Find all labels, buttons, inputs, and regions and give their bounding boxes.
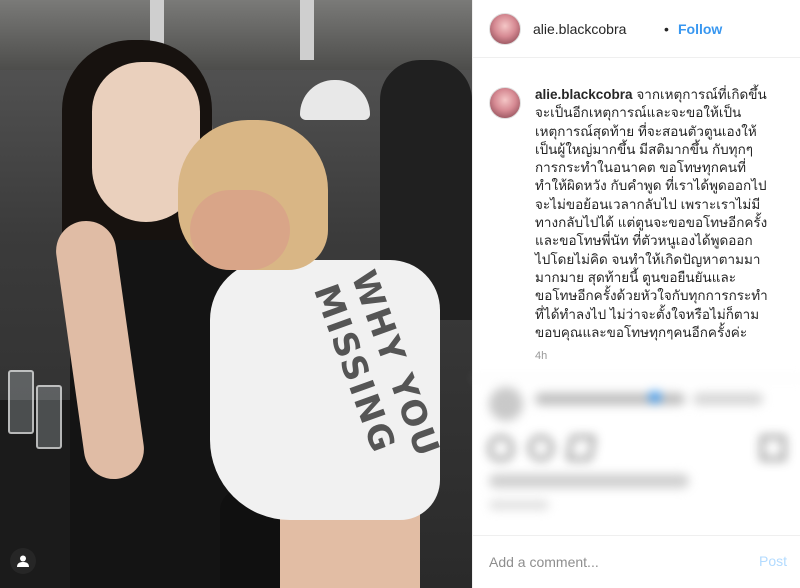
post-comment-button[interactable]: Post [759, 553, 787, 569]
follow-button[interactable]: Follow [678, 21, 722, 37]
blurred-likes-count [489, 474, 689, 488]
author-avatar[interactable] [489, 13, 521, 45]
like-heart-icon[interactable] [489, 436, 513, 460]
photo-beam [300, 0, 314, 60]
blurred-comment [473, 378, 800, 428]
caption-author-avatar[interactable] [489, 87, 521, 119]
post-actions [473, 428, 800, 468]
blurred-comment-text [693, 393, 763, 405]
blurred-comment-text [535, 393, 685, 405]
photo-background-hat [300, 80, 370, 120]
author-username[interactable]: alie.blackcobra [533, 21, 626, 37]
header-separator: • [664, 21, 669, 37]
photo-woman-right-face [190, 190, 290, 270]
user-icon [17, 555, 29, 567]
verified-badge-icon [649, 391, 661, 403]
post-photo[interactable]: WHY YOU MISSING [0, 0, 472, 588]
post-panel: alie.blackcobra • Follow alie.blackcobra… [472, 0, 800, 588]
photo-glass [8, 370, 34, 434]
post-timestamp[interactable]: 4h [535, 350, 547, 362]
add-comment-bar: Post [473, 535, 800, 588]
photo-ceiling [0, 0, 472, 70]
caption-section: alie.blackcobra จากเหตุการณ์ที่เกิดขึ้น … [473, 58, 800, 378]
comment-input[interactable] [489, 552, 739, 572]
caption-text: จากเหตุการณ์ที่เกิดขึ้น จะเป็นอีกเหตุการ… [535, 87, 768, 340]
post-caption: alie.blackcobra จากเหตุการณ์ที่เกิดขึ้น … [535, 86, 795, 342]
comment-bubble-icon[interactable] [529, 436, 553, 460]
commenter-avatar [489, 387, 523, 421]
caption-username[interactable]: alie.blackcobra [535, 87, 633, 102]
blurred-post-date [489, 500, 549, 510]
share-paper-plane-icon[interactable] [566, 436, 596, 460]
photo-glass [36, 385, 62, 449]
user-tag-button[interactable] [10, 548, 36, 574]
save-bookmark-icon[interactable] [761, 436, 785, 460]
post-header: alie.blackcobra • Follow [473, 0, 800, 58]
